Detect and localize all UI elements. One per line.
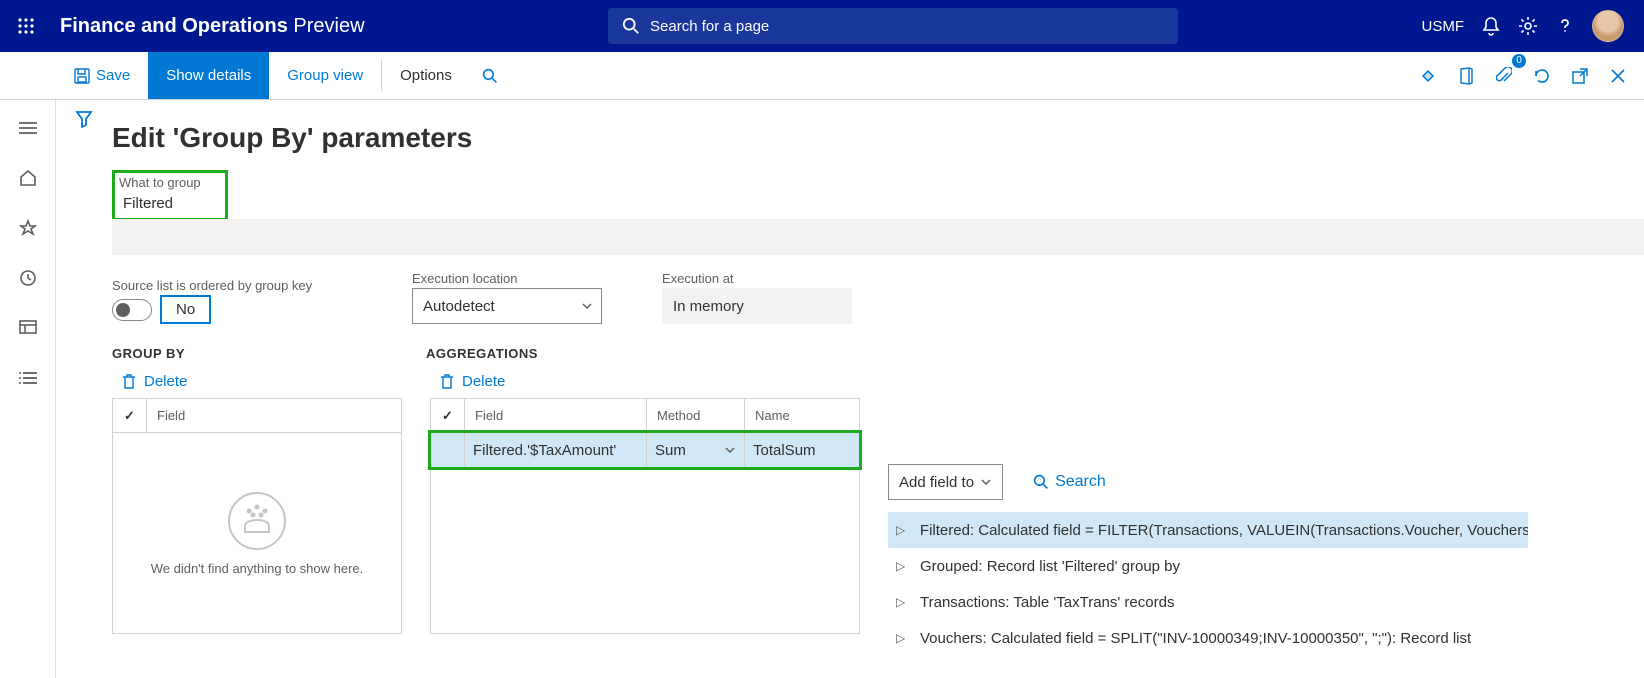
groupby-col-field[interactable]: Field (147, 399, 401, 432)
waffle-icon[interactable] (0, 17, 52, 35)
exec-location-select[interactable]: Autodetect (412, 288, 602, 324)
agg-row-name[interactable]: TotalSum (745, 433, 859, 467)
agg-select-all[interactable]: ✓ (431, 399, 465, 432)
save-button[interactable]: Save (56, 52, 148, 99)
delete-label: Delete (144, 373, 187, 390)
tree-node-label: Filtered: Calculated field = FILTER(Tran… (920, 522, 1528, 539)
office-icon[interactable] (1448, 58, 1484, 94)
chevron-down-icon (581, 300, 593, 312)
close-icon[interactable] (1600, 58, 1636, 94)
ordered-label: Source list is ordered by group key (112, 278, 352, 293)
agg-col-name[interactable]: Name (745, 399, 859, 432)
recent-icon[interactable] (12, 262, 44, 294)
search-label: Search (1055, 473, 1106, 491)
agg-row-field[interactable]: Filtered.'$TaxAmount' (465, 433, 647, 467)
tree-node-grouped[interactable]: ▷ Grouped: Record list 'Filtered' group … (888, 548, 1528, 584)
caret-right-icon: ▷ (896, 595, 906, 609)
caret-right-icon: ▷ (896, 523, 906, 537)
agg-row-method-value: Sum (655, 442, 686, 459)
what-to-group-input-ext[interactable] (112, 219, 1644, 255)
exec-location-label: Execution location (412, 271, 602, 286)
save-label: Save (96, 67, 130, 84)
hamburger-icon[interactable] (12, 112, 44, 144)
groupby-delete-button[interactable]: Delete (112, 365, 402, 398)
tree-node-label: Grouped: Record list 'Filtered' group by (920, 558, 1180, 575)
agg-col-method[interactable]: Method (647, 399, 745, 432)
ordered-toggle[interactable] (112, 299, 152, 321)
show-details-label: Show details (166, 67, 251, 84)
home-icon[interactable] (12, 162, 44, 194)
search-icon (622, 17, 640, 35)
exec-at-value: In memory (662, 288, 852, 324)
datasource-tree-panel: Add field to Search ▷ Filtered: Calculat… (888, 324, 1528, 678)
bell-icon[interactable] (1482, 16, 1500, 36)
caret-right-icon: ▷ (896, 559, 906, 573)
agg-row-method[interactable]: Sum (647, 433, 745, 467)
show-details-button[interactable]: Show details (148, 52, 269, 99)
ordered-value: No (160, 295, 211, 324)
tree-node-label: Transactions: Table 'TaxTrans' records (920, 594, 1174, 611)
user-avatar[interactable] (1592, 10, 1624, 42)
search-icon (1033, 474, 1049, 490)
what-to-group-value[interactable]: Filtered (119, 192, 221, 216)
left-rail (0, 100, 56, 678)
app-title: Finance and Operations Preview (60, 15, 365, 38)
company-code[interactable]: USMF (1422, 18, 1465, 35)
tree-node-label: Vouchers: Calculated field = SPLIT("INV-… (920, 630, 1471, 647)
tree-node-filtered[interactable]: ▷ Filtered: Calculated field = FILTER(Tr… (888, 512, 1528, 548)
groupby-grid: ✓ Field We didn't find anything to show … (112, 398, 402, 634)
chevron-down-icon (980, 476, 992, 488)
options-button[interactable]: Options (382, 52, 470, 99)
gear-icon[interactable] (1518, 16, 1538, 36)
group-view-button[interactable]: Group view (269, 52, 381, 99)
agg-row-checkbox[interactable] (431, 433, 465, 467)
tree-node-transactions[interactable]: ▷ Transactions: Table 'TaxTrans' records (888, 584, 1528, 620)
favorite-icon[interactable] (12, 212, 44, 244)
refresh-icon[interactable] (1524, 58, 1560, 94)
exec-at-label: Execution at (662, 271, 852, 286)
global-search[interactable]: Search for a page (608, 8, 1178, 44)
groupby-empty-state: We didn't find anything to show here. (113, 433, 401, 633)
action-search-icon[interactable] (470, 52, 510, 99)
what-to-group-label: What to group (119, 175, 221, 190)
agg-col-field[interactable]: Field (465, 399, 647, 432)
exec-location-value: Autodetect (423, 298, 495, 315)
popout-icon[interactable] (1562, 58, 1598, 94)
global-search-placeholder: Search for a page (650, 18, 769, 35)
group-by-heading: GROUP BY (112, 346, 426, 361)
attachments-count: 0 (1512, 54, 1526, 68)
action-bar: Save Show details Group view Options 0 (0, 52, 1644, 100)
select-all-checkbox[interactable]: ✓ (113, 399, 147, 432)
tree-search-button[interactable]: Search (1033, 473, 1106, 491)
trash-icon (122, 374, 136, 390)
attachments-icon[interactable]: 0 (1486, 58, 1522, 94)
filter-icon (75, 110, 93, 128)
agg-delete-button[interactable]: Delete (430, 365, 860, 398)
delete-label: Delete (462, 373, 505, 390)
trash-icon (440, 374, 454, 390)
aggregations-grid: ✓ Field Method Name Filtered.'$TaxAmount… (430, 398, 860, 634)
page-title: Edit 'Group By' parameters (112, 110, 1644, 170)
copilot-icon[interactable] (1410, 58, 1446, 94)
workspace-icon[interactable] (12, 312, 44, 344)
tree-node-vouchers[interactable]: ▷ Vouchers: Calculated field = SPLIT("IN… (888, 620, 1528, 656)
group-view-label: Group view (287, 67, 363, 84)
add-field-label: Add field to (899, 474, 974, 491)
caret-right-icon: ▷ (896, 631, 906, 645)
agg-row[interactable]: Filtered.'$TaxAmount' Sum TotalSum (431, 433, 859, 467)
help-icon[interactable] (1556, 17, 1574, 35)
options-label: Options (400, 67, 452, 84)
filter-pane-toggle[interactable] (56, 100, 112, 678)
empty-text: We didn't find anything to show here. (151, 561, 364, 576)
aggregations-heading: AGGREGATIONS (426, 346, 538, 361)
add-field-to-button[interactable]: Add field to (888, 464, 1003, 500)
empty-icon (227, 491, 287, 551)
top-nav: Finance and Operations Preview Search fo… (0, 0, 1644, 52)
chevron-down-icon (724, 444, 736, 456)
modules-icon[interactable] (12, 362, 44, 394)
agg-header-row: ✓ Field Method Name (431, 399, 859, 433)
